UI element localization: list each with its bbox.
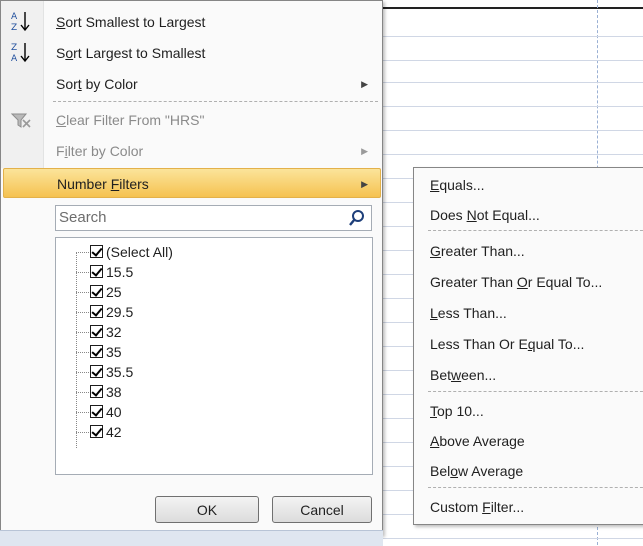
does-not-equal-item[interactable]: Does Not Equal... (430, 200, 540, 230)
row-line (380, 36, 643, 37)
row-line (380, 82, 643, 83)
checkbox-checked[interactable] (90, 365, 103, 378)
cancel-button[interactable]: Cancel (272, 496, 372, 523)
svg-text:A: A (11, 54, 18, 64)
checklist-item-label: 32 (106, 324, 122, 340)
number-filters-submenu: Equals... Does Not Equal... Greater Than… (413, 167, 643, 525)
svg-text:Z: Z (11, 23, 17, 33)
tree-connector (76, 272, 89, 273)
equals-item[interactable]: Equals... (430, 170, 484, 200)
submenu-arrow-icon: ▶ (361, 146, 368, 156)
greater-than-item[interactable]: Greater Than... (430, 236, 525, 266)
menu-separator (428, 230, 643, 231)
checkbox-checked[interactable] (90, 265, 103, 278)
checklist-item-label: 15.5 (106, 264, 134, 280)
menu-separator (53, 101, 378, 102)
menu-separator (428, 391, 643, 392)
checklist-item-label: 35 (106, 344, 122, 360)
checklist-item-label: 42 (106, 424, 122, 440)
less-than-item[interactable]: Less Than... (430, 298, 507, 328)
sort-ascending-label: Sort Smallest to Largest (56, 14, 206, 30)
checkbox-checked[interactable] (90, 345, 103, 358)
tree-connector (76, 312, 89, 313)
submenu-arrow-icon: ▶ (361, 79, 368, 89)
above-average-item[interactable]: Above Average (430, 426, 525, 456)
checkbox-checked[interactable] (90, 425, 103, 438)
svg-text:A: A (11, 12, 18, 22)
row-line (380, 154, 643, 155)
checkbox-checked[interactable] (90, 305, 103, 318)
tree-connector (76, 412, 89, 413)
number-filters-label: Number Filters (57, 176, 149, 192)
menu-separator (428, 487, 643, 488)
below-average-item[interactable]: Below Average (430, 456, 523, 486)
tree-connector (76, 292, 89, 293)
sort-za-icon: Z A (9, 38, 35, 68)
checkbox-checked[interactable] (90, 245, 103, 258)
tree-connector (76, 252, 89, 253)
less-than-or-equal-item[interactable]: Less Than Or Equal To... (430, 329, 584, 359)
custom-filter-item[interactable]: Custom Filter... (430, 492, 524, 522)
tree-connector (76, 432, 89, 433)
sort-az-icon: A Z (9, 7, 35, 37)
clear-filter-item[interactable]: Clear Filter From "HRS" (1, 105, 382, 135)
ok-button[interactable]: OK (155, 496, 259, 523)
checklist-item-label: 38 (106, 384, 122, 400)
checkbox-checked[interactable] (90, 405, 103, 418)
value-checklist[interactable]: (Select All) 15.5 25 29.5 32 35 35.5 38 … (55, 237, 373, 475)
sort-descending-item[interactable]: Z A Sort Largest to Smallest (1, 38, 382, 68)
filter-by-color-item[interactable]: Filter by Color ▶ (1, 136, 382, 166)
filter-by-color-label: Filter by Color (56, 143, 144, 159)
autofilter-menu: A Z Sort Smallest to Largest Z A Sort La… (0, 0, 383, 535)
resize-grip-bar[interactable] (0, 530, 383, 546)
row-line (380, 130, 643, 131)
sort-ascending-item[interactable]: A Z Sort Smallest to Largest (1, 7, 382, 37)
row-line (380, 106, 643, 107)
row-line (380, 538, 643, 539)
submenu-arrow-icon: ▶ (361, 179, 368, 189)
checkbox-checked[interactable] (90, 385, 103, 398)
tree-connector (76, 392, 89, 393)
checkbox-checked[interactable] (90, 325, 103, 338)
checklist-item-label: 40 (106, 404, 122, 420)
tree-connector (76, 352, 89, 353)
top-10-item[interactable]: Top 10... (430, 396, 484, 426)
checklist-item-label: 35.5 (106, 364, 134, 380)
tree-connector (76, 252, 77, 448)
checkbox-checked[interactable] (90, 285, 103, 298)
checklist-item-label: 25 (106, 284, 122, 300)
clear-filter-label: Clear Filter From "HRS" (56, 112, 205, 128)
search-box[interactable]: Search (55, 205, 372, 231)
checklist-item-label: (Select All) (106, 244, 173, 260)
greater-than-or-equal-item[interactable]: Greater Than Or Equal To... (430, 267, 602, 297)
row-line (380, 60, 643, 61)
tree-connector (76, 332, 89, 333)
sort-by-color-label: Sort by Color (56, 76, 138, 92)
checklist-item-label: 29.5 (106, 304, 134, 320)
number-filters-item[interactable]: Number Filters ▶ (3, 168, 381, 198)
cell-border (380, 7, 643, 9)
between-item[interactable]: Between... (430, 360, 496, 390)
search-icon[interactable] (347, 208, 367, 228)
sort-descending-label: Sort Largest to Smallest (56, 45, 206, 61)
sort-by-color-item[interactable]: Sort by Color ▶ (1, 69, 382, 99)
tree-connector (76, 372, 89, 373)
svg-text:Z: Z (11, 43, 17, 53)
clear-filter-icon (9, 105, 35, 135)
search-placeholder: Search (59, 209, 107, 226)
